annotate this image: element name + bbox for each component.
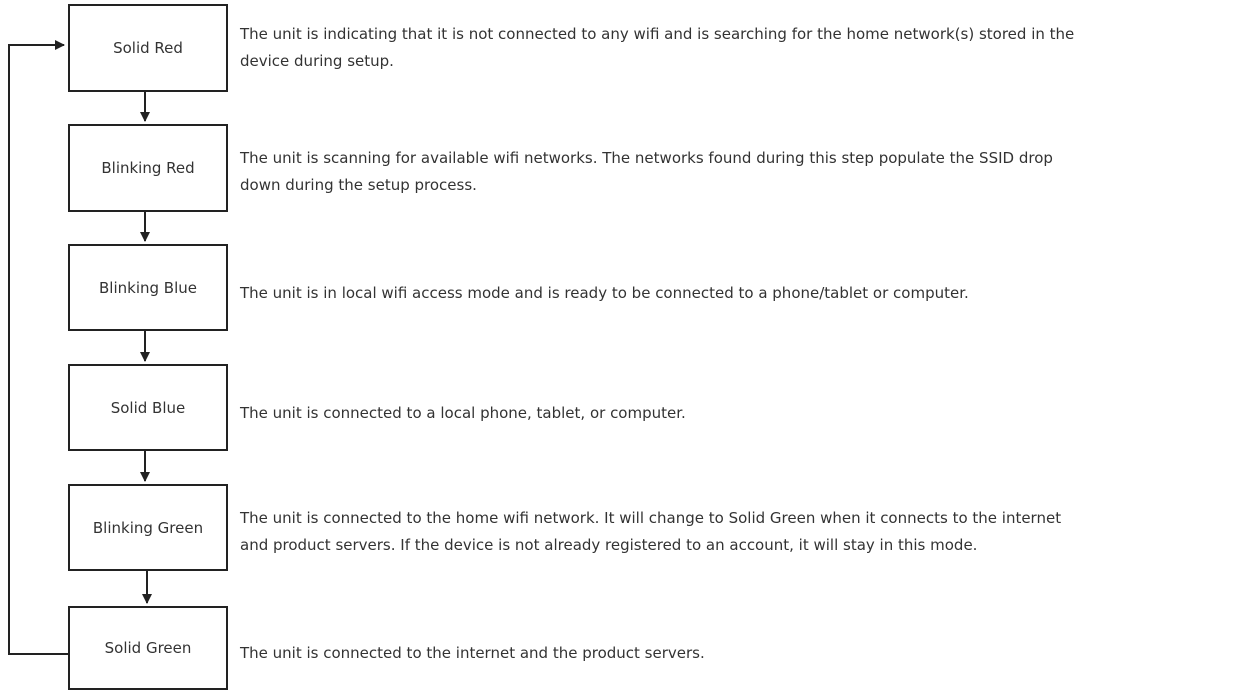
- state-box-blinking-blue: Blinking Blue: [68, 244, 228, 331]
- description-blinking-green: The unit is connected to the home wifi n…: [240, 505, 1061, 559]
- state-box-solid-blue: Solid Blue: [68, 364, 228, 451]
- state-label: Blinking Red: [101, 159, 195, 177]
- description-solid-red: The unit is indicating that it is not co…: [240, 21, 1074, 75]
- description-line: The unit is connected to a local phone, …: [240, 404, 686, 422]
- arrow-solid-green-loop-to-solid-red: [8, 40, 68, 655]
- description-line: The unit is in local wifi access mode an…: [240, 284, 969, 302]
- description-blinking-blue: The unit is in local wifi access mode an…: [240, 280, 969, 307]
- description-line: device during setup.: [240, 52, 394, 70]
- description-solid-blue: The unit is connected to a local phone, …: [240, 400, 686, 427]
- description-line: and product servers. If the device is no…: [240, 536, 978, 554]
- description-line: The unit is connected to the internet an…: [240, 644, 705, 662]
- description-blinking-red: The unit is scanning for available wifi …: [240, 145, 1053, 199]
- connector-layer: [8, 40, 152, 655]
- state-label: Solid Red: [113, 39, 183, 57]
- description-line: The unit is scanning for available wifi …: [240, 149, 1053, 167]
- description-line: The unit is connected to the home wifi n…: [240, 509, 1062, 527]
- state-box-blinking-green: Blinking Green: [68, 484, 228, 571]
- description-solid-green: The unit is connected to the internet an…: [240, 640, 705, 667]
- led-state-flow-diagram: Solid Red Blinking Red Blinking Blue Sol…: [0, 0, 1236, 691]
- state-box-blinking-red: Blinking Red: [68, 124, 228, 212]
- state-label: Solid Green: [104, 639, 192, 657]
- description-line: The unit is indicating that it is not co…: [240, 25, 1075, 43]
- state-box-solid-red: Solid Red: [68, 4, 228, 92]
- description-line: down during the setup process.: [240, 176, 477, 194]
- state-label: Blinking Blue: [99, 278, 197, 297]
- state-label: Solid Blue: [110, 398, 186, 417]
- state-box-solid-green: Solid Green: [68, 606, 228, 690]
- state-label: Blinking Green: [92, 518, 204, 537]
